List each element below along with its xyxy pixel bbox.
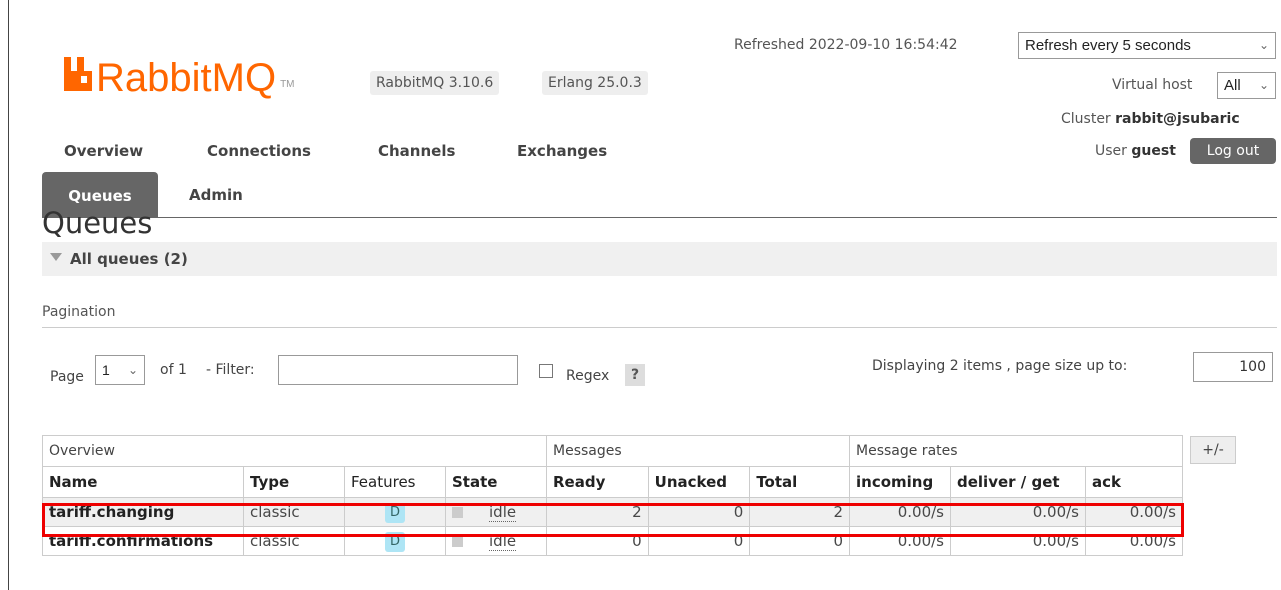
section-title: All queues (2) bbox=[70, 250, 188, 268]
col-type[interactable]: Type bbox=[243, 466, 345, 498]
regex-help-button[interactable]: ? bbox=[625, 364, 645, 386]
group-messages: Messages bbox=[546, 435, 850, 467]
displaying-text: Displaying 2 items , page size up to: bbox=[872, 358, 1128, 374]
cluster-label: Cluster bbox=[1061, 111, 1111, 127]
tab-connections[interactable]: Connections bbox=[207, 142, 311, 160]
rabbitmq-version-badge: RabbitMQ 3.10.6 bbox=[370, 71, 500, 95]
refresh-interval-select[interactable]: Refresh every 5 seconds ⌄ bbox=[1018, 32, 1276, 59]
cluster-name: rabbit@jsubaric bbox=[1115, 111, 1240, 127]
user-info: User guest bbox=[1095, 143, 1176, 159]
regex-label: Regex bbox=[566, 368, 610, 384]
logo-text: RabbitMQ bbox=[96, 56, 277, 100]
group-overview: Overview bbox=[42, 435, 547, 467]
page-select[interactable]: 1 ⌄ bbox=[95, 355, 145, 385]
page-label: Page bbox=[50, 369, 84, 385]
col-deliver-get[interactable]: deliver / get bbox=[950, 466, 1086, 498]
rabbit-logo-icon bbox=[64, 57, 92, 91]
nav-divider bbox=[42, 217, 1277, 218]
filter-input[interactable] bbox=[278, 355, 518, 385]
filter-label: - Filter: bbox=[206, 362, 255, 378]
col-unacked[interactable]: Unacked bbox=[647, 466, 751, 498]
page-title: Queues bbox=[42, 206, 153, 240]
logout-button[interactable]: Log out bbox=[1190, 138, 1276, 164]
col-features[interactable]: Features bbox=[344, 466, 446, 498]
user-name: guest bbox=[1131, 143, 1176, 159]
column-toggle-button[interactable]: +/- bbox=[1190, 436, 1236, 464]
group-message-rates: Message rates bbox=[849, 435, 1183, 467]
vhost-select[interactable]: All ⌄ bbox=[1217, 72, 1276, 99]
table-header: Name Type Features State Ready Unacked T… bbox=[42, 466, 1183, 498]
page-of: of 1 bbox=[160, 362, 187, 378]
all-queues-section-toggle[interactable]: All queues (2) bbox=[42, 242, 1277, 276]
state-indicator-icon bbox=[452, 536, 463, 547]
col-name[interactable]: Name bbox=[42, 466, 244, 498]
regex-checkbox[interactable] bbox=[539, 364, 553, 378]
chevron-down-icon: ⌄ bbox=[127, 363, 138, 377]
tab-overview[interactable]: Overview bbox=[64, 142, 143, 160]
refreshed-timestamp: Refreshed 2022-09-10 16:54:42 bbox=[734, 37, 958, 53]
cluster-info: Cluster rabbit@jsubaric bbox=[1061, 111, 1240, 127]
col-total[interactable]: Total bbox=[749, 466, 850, 498]
logo-tm: TM bbox=[280, 79, 295, 90]
triangle-down-icon bbox=[50, 253, 62, 261]
chevron-down-icon: ⌄ bbox=[1258, 78, 1269, 92]
vhost-label: Virtual host bbox=[1112, 77, 1193, 93]
tab-exchanges[interactable]: Exchanges bbox=[517, 142, 607, 160]
page-size-input[interactable]: 100 bbox=[1193, 352, 1273, 382]
col-state[interactable]: State bbox=[445, 466, 547, 498]
window-edge bbox=[8, 0, 9, 590]
queues-table: Overview Messages Message rates Name Typ… bbox=[42, 435, 1183, 556]
col-ack[interactable]: ack bbox=[1085, 466, 1183, 498]
user-label: User bbox=[1095, 143, 1127, 159]
pagination-label: Pagination bbox=[42, 304, 116, 320]
tab-admin[interactable]: Admin bbox=[189, 186, 243, 204]
erlang-version-badge: Erlang 25.0.3 bbox=[542, 71, 648, 95]
tab-channels[interactable]: Channels bbox=[378, 142, 455, 160]
col-incoming[interactable]: incoming bbox=[849, 466, 951, 498]
chevron-down-icon: ⌄ bbox=[1258, 38, 1269, 52]
vhost-value: All bbox=[1224, 77, 1241, 94]
page-value: 1 bbox=[102, 362, 110, 378]
refresh-interval-value: Refresh every 5 seconds bbox=[1025, 37, 1191, 54]
col-ready[interactable]: Ready bbox=[546, 466, 649, 498]
row-highlight-box bbox=[42, 503, 1184, 537]
table-group-header: Overview Messages Message rates bbox=[42, 435, 1183, 467]
rabbitmq-logo[interactable]: RabbitMQ TM bbox=[64, 38, 295, 98]
pagination-divider bbox=[42, 327, 1277, 328]
